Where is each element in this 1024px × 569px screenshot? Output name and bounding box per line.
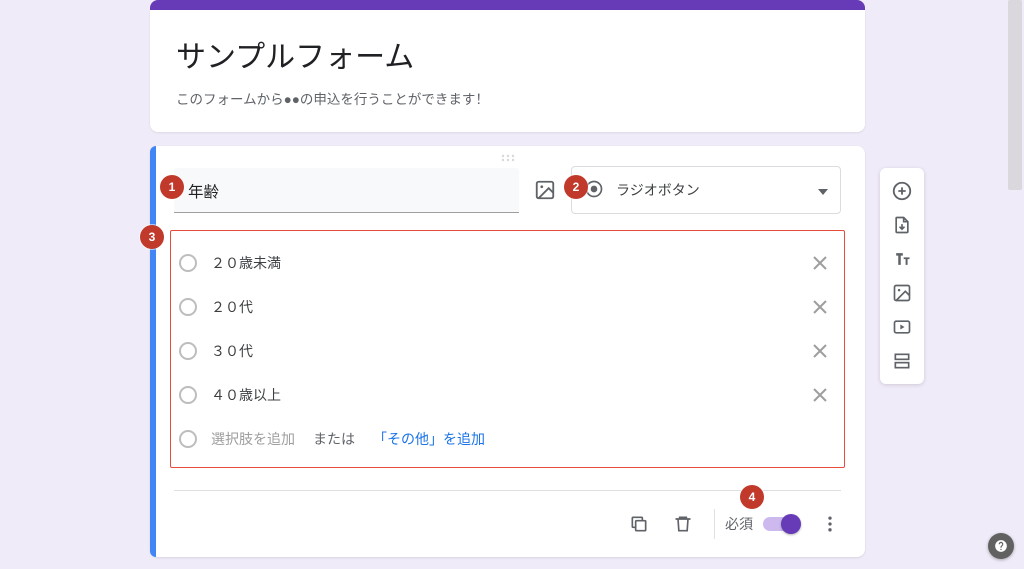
option-row[interactable]: ２０代 bbox=[177, 285, 838, 329]
option-row[interactable]: ４０歳以上 bbox=[177, 373, 838, 417]
add-section-button[interactable] bbox=[884, 344, 920, 378]
question-title-field[interactable] bbox=[174, 168, 519, 213]
question-header-row: ラジオボタン bbox=[150, 166, 865, 220]
form-container: サンプルフォーム このフォームから●●の申込を行うことができます！ bbox=[150, 0, 865, 557]
remove-option-button[interactable] bbox=[808, 383, 832, 407]
callout-badge-1: 1 bbox=[160, 175, 184, 199]
option-row[interactable]: ２０歳未満 bbox=[177, 241, 838, 285]
required-label: 必須 bbox=[725, 514, 753, 534]
delete-button[interactable] bbox=[662, 503, 704, 545]
add-image-button[interactable] bbox=[884, 276, 920, 310]
scrollbar-thumb[interactable] bbox=[1008, 0, 1022, 190]
option-label[interactable]: ２０歳未満 bbox=[211, 253, 794, 273]
add-option-row: 選択肢を追加 または 「その他」を追加 bbox=[177, 417, 838, 461]
callout-badge-4: 4 bbox=[740, 485, 764, 509]
option-label[interactable]: ３０代 bbox=[211, 341, 794, 361]
duplicate-button[interactable] bbox=[618, 503, 660, 545]
remove-option-button[interactable] bbox=[808, 295, 832, 319]
or-text: または bbox=[313, 429, 355, 449]
side-toolbar bbox=[880, 168, 924, 384]
required-toggle[interactable] bbox=[763, 517, 799, 531]
remove-option-button[interactable] bbox=[808, 251, 832, 275]
divider bbox=[714, 509, 715, 539]
form-title[interactable]: サンプルフォーム bbox=[176, 32, 839, 76]
add-video-button[interactable] bbox=[884, 310, 920, 344]
add-title-button[interactable] bbox=[884, 242, 920, 276]
add-option-placeholder[interactable]: 選択肢を追加 bbox=[211, 429, 295, 449]
radio-empty-icon bbox=[179, 342, 197, 360]
more-menu-button[interactable] bbox=[809, 503, 851, 545]
import-questions-button[interactable] bbox=[884, 208, 920, 242]
add-image-icon[interactable] bbox=[533, 178, 557, 202]
active-card-accent bbox=[150, 146, 156, 557]
question-type-label: ラジオボタン bbox=[616, 180, 806, 200]
radio-empty-icon bbox=[179, 430, 197, 448]
question-type-select[interactable]: ラジオボタン bbox=[571, 166, 841, 214]
chevron-down-icon bbox=[818, 182, 828, 198]
help-button[interactable] bbox=[988, 533, 1014, 559]
callout-badge-2: 2 bbox=[564, 175, 588, 199]
remove-option-button[interactable] bbox=[808, 339, 832, 363]
form-description[interactable]: このフォームから●●の申込を行うことができます！ bbox=[176, 88, 839, 108]
option-label[interactable]: ４０歳以上 bbox=[211, 385, 794, 405]
add-other-button[interactable]: 「その他」を追加 bbox=[373, 429, 485, 449]
option-row[interactable]: ３０代 bbox=[177, 329, 838, 373]
radio-empty-icon bbox=[179, 254, 197, 272]
form-accent-bar bbox=[150, 0, 865, 10]
question-title-input[interactable] bbox=[188, 182, 505, 200]
option-label[interactable]: ２０代 bbox=[211, 297, 794, 317]
radio-empty-icon bbox=[179, 386, 197, 404]
radio-empty-icon bbox=[179, 298, 197, 316]
form-header-card: サンプルフォーム このフォームから●●の申込を行うことができます！ bbox=[150, 10, 865, 132]
add-question-button[interactable] bbox=[884, 174, 920, 208]
options-annotation-box: ２０歳未満 ２０代 ３０代 ４０歳 bbox=[170, 230, 845, 468]
callout-badge-3: 3 bbox=[140, 225, 164, 249]
drag-handle-icon[interactable] bbox=[150, 146, 865, 166]
